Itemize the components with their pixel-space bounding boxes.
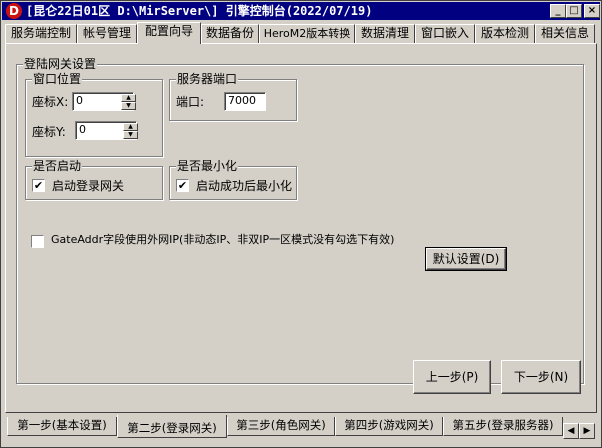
spin-up-icon[interactable]: ▲ <box>121 94 136 102</box>
gateaddr-label[interactable]: GateAddr字段使用外网IP(非动态IP、非双IP一区模式没有勾选下有效) <box>51 233 394 247</box>
login-gateway-group: 登陆网关设置 窗口位置 座标X: 0 ▲ ▼ 座标Y: 0 ▲ ▼ 服务器端口 <box>16 57 584 384</box>
maximize-button[interactable]: □ <box>566 4 582 18</box>
x-coord-stepper[interactable]: ▲ ▼ <box>121 94 136 110</box>
window-position-title: 窗口位置 <box>32 72 83 86</box>
minimize-group: 是否最小化 ✔ 启动成功后最小化 <box>169 159 297 200</box>
tab-version-check[interactable]: 版本检测 <box>475 24 535 43</box>
spin-down-icon[interactable]: ▼ <box>121 102 136 110</box>
y-coord-label: 座标Y: <box>32 125 66 139</box>
top-tab-strip: 服务端控制 帐号管理 配置向导 数据备份 HeroM2版本转换 数据清理 窗口嵌… <box>5 22 599 44</box>
tab-data-cleanup[interactable]: 数据清理 <box>355 24 415 43</box>
app-icon[interactable]: D <box>6 3 22 19</box>
scroll-left-icon[interactable]: ◀ <box>563 423 579 439</box>
minimize-after-start-checkbox[interactable]: ✔ <box>176 179 189 192</box>
title-bar[interactable]: D [昆仑22日01区 D:\MirServer\] 引擎控制台(2022/07… <box>2 2 600 20</box>
tab-step-4-game-gateway[interactable]: 第四步(游戏网关) <box>335 417 443 436</box>
minimize-group-title: 是否最小化 <box>176 159 239 173</box>
prev-step-button[interactable]: 上一步(P) <box>413 360 491 394</box>
tab-step-3-role-gateway[interactable]: 第三步(角色网关) <box>227 417 335 436</box>
bottom-tab-strip: 第一步(基本设置) 第二步(登录网关) 第三步(角色网关) 第四步(游戏网关) … <box>5 415 599 439</box>
port-label: 端口: <box>176 95 205 109</box>
tab-server-control[interactable]: 服务端控制 <box>5 24 77 43</box>
window-title: [昆仑22日01区 D:\MirServer\] 引擎控制台(2022/07/1… <box>26 4 373 18</box>
minimize-after-start-label[interactable]: 启动成功后最小化 <box>196 179 292 193</box>
tab-data-backup[interactable]: 数据备份 <box>201 24 259 43</box>
minimize-button[interactable]: _ <box>550 4 566 18</box>
login-gateway-title: 登陆网关设置 <box>23 57 98 71</box>
gateaddr-checkbox[interactable] <box>31 235 44 248</box>
config-wizard-page: 登陆网关设置 窗口位置 座标X: 0 ▲ ▼ 座标Y: 0 ▲ ▼ 服务器端口 <box>5 43 597 413</box>
tab-window-embed[interactable]: 窗口嵌入 <box>415 24 475 43</box>
enable-group-title: 是否启动 <box>32 159 83 173</box>
window-position-group: 窗口位置 座标X: 0 ▲ ▼ 座标Y: 0 ▲ ▼ <box>25 72 163 157</box>
enable-group: 是否启动 ✔ 启动登录网关 <box>25 159 163 200</box>
spin-down-icon[interactable]: ▼ <box>123 131 138 139</box>
tab-about[interactable]: 相关信息 <box>535 24 595 43</box>
tab-step-5-login-server[interactable]: 第五步(登录服务器) <box>443 417 563 436</box>
enable-login-gateway-checkbox[interactable]: ✔ <box>32 179 45 192</box>
tab-account-management[interactable]: 帐号管理 <box>77 24 137 43</box>
enable-login-gateway-label[interactable]: 启动登录网关 <box>52 179 124 193</box>
default-settings-button[interactable]: 默认设置(D) <box>425 247 507 271</box>
tab-herom2-convert[interactable]: HeroM2版本转换 <box>259 24 355 43</box>
next-step-button[interactable]: 下一步(N) <box>501 360 581 394</box>
tab-step-2-login-gateway[interactable]: 第二步(登录网关) <box>117 415 227 438</box>
port-input[interactable]: 7000 <box>224 92 266 111</box>
x-coord-label: 座标X: <box>32 95 69 109</box>
server-port-title: 服务器端口 <box>176 72 239 86</box>
main-window: D [昆仑22日01区 D:\MirServer\] 引擎控制台(2022/07… <box>0 0 602 448</box>
scroll-right-icon[interactable]: ▶ <box>579 423 595 439</box>
tab-step-1-basic[interactable]: 第一步(基本设置) <box>7 417 117 436</box>
y-coord-stepper[interactable]: ▲ ▼ <box>123 123 138 139</box>
spin-up-icon[interactable]: ▲ <box>123 123 138 131</box>
close-button[interactable]: × <box>584 4 600 18</box>
server-port-group: 服务器端口 端口: 7000 <box>169 72 297 121</box>
tab-config-wizard[interactable]: 配置向导 <box>137 22 201 44</box>
